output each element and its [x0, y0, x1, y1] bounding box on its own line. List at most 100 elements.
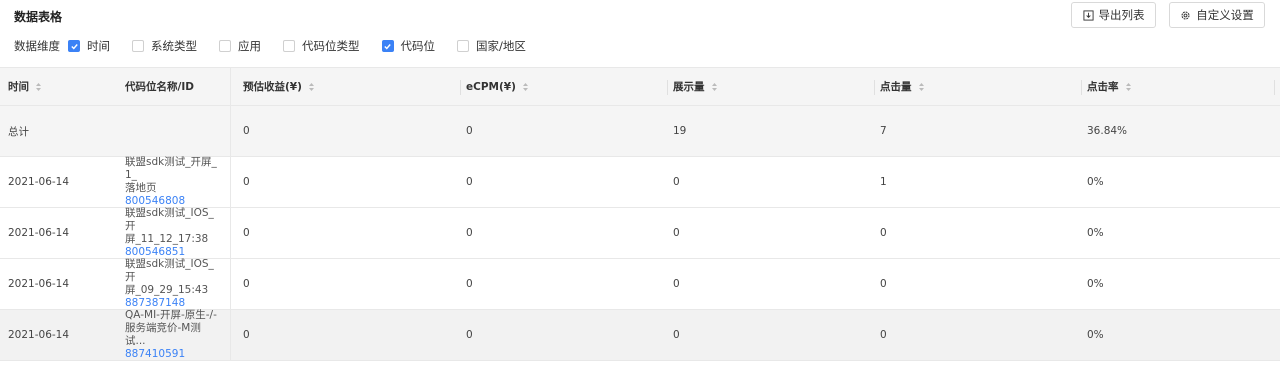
- row-date: 2021-06-14: [8, 176, 70, 188]
- row-clicks: 0: [880, 227, 887, 239]
- row-impressions: 0: [673, 329, 680, 341]
- checkbox[interactable]: [457, 40, 469, 52]
- sort-icon[interactable]: [522, 82, 529, 92]
- total-ecpm: 0: [466, 125, 473, 137]
- row-slot: 联盟sdk测试_IOS_开 屏_09_29_15:43 887387148: [125, 258, 225, 309]
- column-divider: [230, 310, 231, 360]
- dimension-option-label: 代码位类型: [302, 39, 360, 53]
- column-divider: [1274, 80, 1275, 95]
- row-revenue: 0: [243, 227, 250, 239]
- check-icon: [384, 43, 391, 50]
- row-impressions: 0: [673, 227, 680, 239]
- checkbox-checked[interactable]: [68, 40, 80, 52]
- row-slot: 联盟sdk测试_开屏_1_ 落地页 800546808: [125, 156, 225, 207]
- section-title: 数据表格: [14, 10, 63, 24]
- column-divider: [230, 106, 231, 156]
- row-revenue: 0: [243, 278, 250, 290]
- checkbox[interactable]: [283, 40, 295, 52]
- gear-icon: [1181, 10, 1190, 20]
- column-header-impressions[interactable]: 展示量: [673, 68, 873, 105]
- row-ecpm: 0: [466, 278, 473, 290]
- slot-name-line: 服务端竞价-M测试...: [125, 322, 201, 347]
- slot-name-line: 屏_09_29_15:43: [125, 284, 209, 296]
- total-label: 总计: [8, 125, 29, 138]
- dimension-option-region[interactable]: 国家/地区: [457, 38, 526, 54]
- dimension-label: 数据维度: [14, 39, 60, 53]
- slot-name-line: 联盟sdk测试_开屏_1_: [125, 156, 217, 181]
- row-revenue: 0: [243, 329, 250, 341]
- row-impressions: 0: [673, 176, 680, 188]
- row-ctr: 0%: [1087, 176, 1104, 188]
- table-row: 2021-06-14 联盟sdk测试_IOS_开 屏_11_12_17:38 8…: [0, 207, 1280, 259]
- column-divider: [1081, 80, 1082, 95]
- table-row: 2021-06-14 联盟sdk测试_IOS_开 屏_09_29_15:43 8…: [0, 258, 1280, 310]
- sort-icon[interactable]: [35, 82, 42, 92]
- total-revenue: 0: [243, 125, 250, 137]
- custom-settings-button[interactable]: 自定义设置: [1169, 2, 1265, 28]
- slot-id-link[interactable]: 887410591: [125, 348, 217, 361]
- sort-icon[interactable]: [308, 82, 315, 92]
- table-row: 2021-06-14 QA-MI-开屏-原生-/- 服务端竞价-M测试... 8…: [0, 309, 1280, 361]
- column-divider: [230, 157, 231, 207]
- dimension-option-time[interactable]: 时间: [68, 38, 110, 54]
- slot-name-line: QA-MI-开屏-原生-/-: [125, 309, 217, 321]
- sort-icon[interactable]: [918, 82, 925, 92]
- slot-name-line: 落地页: [125, 182, 157, 194]
- column-divider: [230, 208, 231, 258]
- dimension-option-slot[interactable]: 代码位: [381, 38, 436, 54]
- row-revenue: 0: [243, 176, 250, 188]
- dimension-option-label: 国家/地区: [476, 39, 526, 53]
- column-header-ecpm[interactable]: eCPM(¥): [466, 68, 666, 105]
- column-divider: [230, 68, 231, 105]
- row-ctr: 0%: [1087, 227, 1104, 239]
- dimension-filter: 数据维度 时间 系统类型 应用 代码位类型 代码位 国家/地区: [14, 38, 548, 54]
- table-header: 时间 代码位名称/ID 预估收益(¥) eCPM(¥) 展示量 点击量 点击率: [0, 67, 1280, 106]
- check-icon: [70, 43, 78, 50]
- checkbox-checked[interactable]: [381, 40, 394, 52]
- dimension-option-app[interactable]: 应用: [219, 38, 261, 54]
- column-divider: [230, 259, 231, 309]
- row-clicks: 0: [880, 329, 887, 341]
- column-divider: [460, 80, 461, 95]
- checkbox[interactable]: [132, 40, 144, 52]
- column-header-slot-name: 代码位名称/ID: [125, 81, 194, 93]
- total-impressions: 19: [673, 125, 687, 137]
- table-row-total: 总计 0 0 19 7 36.84%: [0, 106, 1280, 157]
- row-ecpm: 0: [466, 227, 473, 239]
- column-header-time[interactable]: 时间: [8, 68, 118, 105]
- row-clicks: 0: [880, 278, 887, 290]
- sort-icon[interactable]: [1125, 82, 1132, 92]
- dimension-option-label: 代码位: [400, 39, 436, 53]
- slot-name-line: 联盟sdk测试_IOS_开: [125, 258, 214, 283]
- row-slot: 联盟sdk测试_IOS_开 屏_11_12_17:38 800546851: [125, 207, 225, 258]
- row-impressions: 0: [673, 278, 680, 290]
- row-ctr: 0%: [1087, 278, 1104, 290]
- export-button-label: 导出列表: [1098, 10, 1145, 22]
- dimension-option-system-type[interactable]: 系统类型: [132, 38, 197, 54]
- row-date: 2021-06-14: [8, 227, 70, 239]
- table-row: 2021-06-14 联盟sdk测试_开屏_1_ 落地页 800546808 0…: [0, 156, 1280, 208]
- checkbox[interactable]: [219, 40, 231, 52]
- dimension-option-label: 应用: [238, 39, 261, 53]
- column-divider: [874, 80, 875, 95]
- dimension-option-slot-type[interactable]: 代码位类型: [283, 38, 360, 54]
- column-header-ctr[interactable]: 点击率: [1087, 68, 1267, 105]
- dimension-option-label: 系统类型: [151, 39, 197, 53]
- column-header-clicks[interactable]: 点击量: [880, 68, 1080, 105]
- slot-name-line: 联盟sdk测试_IOS_开: [125, 207, 214, 232]
- row-ecpm: 0: [466, 329, 473, 341]
- total-clicks: 7: [880, 125, 887, 137]
- sort-icon[interactable]: [711, 82, 718, 92]
- row-slot: QA-MI-开屏-原生-/- 服务端竞价-M测试... 887410591: [125, 309, 225, 361]
- settings-button-label: 自定义设置: [1196, 10, 1254, 22]
- row-ctr: 0%: [1087, 329, 1104, 341]
- column-header-revenue[interactable]: 预估收益(¥): [243, 68, 443, 105]
- dimension-option-label: 时间: [87, 39, 110, 53]
- export-list-button[interactable]: 导出列表: [1071, 2, 1156, 28]
- total-ctr: 36.84%: [1087, 125, 1128, 137]
- row-clicks: 1: [880, 176, 887, 188]
- column-divider: [667, 80, 668, 95]
- slot-name-line: 屏_11_12_17:38: [125, 233, 209, 245]
- export-icon: [1082, 9, 1094, 21]
- row-ecpm: 0: [466, 176, 473, 188]
